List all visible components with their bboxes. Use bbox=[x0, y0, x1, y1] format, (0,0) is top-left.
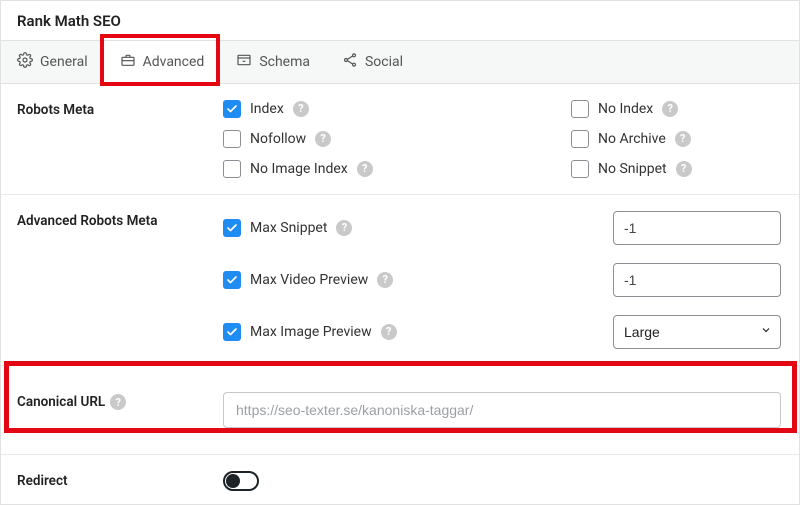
section-label: Canonical URL ? bbox=[17, 392, 223, 428]
checkbox-noarchive[interactable]: No Archive ? bbox=[571, 130, 781, 148]
help-icon[interactable]: ? bbox=[357, 161, 373, 177]
tab-advanced[interactable]: Advanced bbox=[104, 41, 221, 83]
checkbox-icon bbox=[223, 271, 241, 289]
checkbox-nofollow[interactable]: Nofollow ? bbox=[223, 130, 571, 148]
checkbox-label: No Snippet bbox=[598, 160, 667, 178]
help-icon[interactable]: ? bbox=[377, 272, 393, 288]
tab-general[interactable]: General bbox=[1, 41, 104, 83]
help-icon[interactable]: ? bbox=[315, 131, 331, 147]
rank-math-panel: Rank Math SEO General Advanced Schema So… bbox=[0, 0, 800, 505]
help-icon[interactable]: ? bbox=[675, 131, 691, 147]
help-icon[interactable]: ? bbox=[676, 161, 692, 177]
tab-social[interactable]: Social bbox=[326, 41, 419, 83]
checkbox-icon bbox=[223, 219, 241, 237]
checkbox-label: No Archive bbox=[598, 130, 666, 148]
tab-label: General bbox=[40, 54, 88, 70]
help-icon[interactable]: ? bbox=[110, 394, 126, 410]
checkbox-icon bbox=[223, 130, 241, 148]
help-icon[interactable]: ? bbox=[381, 324, 397, 340]
checkbox-nosnippet[interactable]: No Snippet ? bbox=[571, 160, 781, 178]
canonical-url-input[interactable] bbox=[223, 392, 781, 428]
help-icon[interactable]: ? bbox=[293, 101, 309, 117]
toggle-knob bbox=[226, 474, 240, 488]
max-image-select[interactable]: Large bbox=[613, 315, 781, 349]
checkbox-max-image[interactable]: Max Image Preview ? bbox=[223, 323, 397, 341]
tab-label: Social bbox=[365, 54, 403, 70]
section-label: Redirect bbox=[17, 471, 223, 495]
checkbox-icon bbox=[223, 323, 241, 341]
checkbox-label: No Image Index bbox=[250, 160, 348, 178]
checkbox-max-snippet[interactable]: Max Snippet ? bbox=[223, 219, 352, 237]
share-icon bbox=[342, 52, 358, 72]
section-redirect: Redirect bbox=[1, 455, 799, 505]
gear-icon bbox=[17, 52, 33, 72]
max-video-input[interactable] bbox=[613, 263, 781, 297]
checkbox-noindex[interactable]: No Index ? bbox=[571, 100, 781, 118]
checkbox-icon bbox=[571, 160, 589, 178]
help-icon[interactable]: ? bbox=[336, 220, 352, 236]
tab-schema[interactable]: Schema bbox=[220, 41, 326, 83]
checkbox-noimageindex[interactable]: No Image Index ? bbox=[223, 160, 571, 178]
schema-icon bbox=[236, 52, 252, 72]
section-robots-meta: Robots Meta Index ? Nofollow ? No Image … bbox=[1, 84, 799, 195]
panel-title: Rank Math SEO bbox=[1, 1, 799, 40]
tab-bar: General Advanced Schema Social bbox=[1, 40, 799, 84]
canonical-label-text: Canonical URL bbox=[17, 394, 105, 410]
checkbox-max-video[interactable]: Max Video Preview ? bbox=[223, 271, 393, 289]
checkbox-icon bbox=[571, 130, 589, 148]
checkbox-label: Max Snippet bbox=[250, 219, 327, 237]
checkbox-icon bbox=[571, 100, 589, 118]
tab-label: Schema bbox=[259, 54, 310, 70]
checkbox-label: Max Video Preview bbox=[250, 271, 368, 289]
section-canonical: Canonical URL ? bbox=[1, 366, 799, 455]
checkbox-icon bbox=[223, 100, 241, 118]
redirect-toggle[interactable] bbox=[223, 471, 259, 491]
checkbox-index[interactable]: Index ? bbox=[223, 100, 571, 118]
tab-label: Advanced bbox=[143, 54, 205, 70]
section-label: Advanced Robots Meta bbox=[17, 211, 223, 349]
checkbox-label: Nofollow bbox=[250, 130, 306, 148]
checkbox-icon bbox=[223, 160, 241, 178]
max-snippet-input[interactable] bbox=[613, 211, 781, 245]
checkbox-label: Index bbox=[250, 100, 284, 118]
section-advanced-robots: Advanced Robots Meta Max Snippet ? bbox=[1, 195, 799, 366]
help-icon[interactable]: ? bbox=[662, 101, 678, 117]
checkbox-label: Max Image Preview bbox=[250, 323, 372, 341]
section-label: Robots Meta bbox=[17, 100, 223, 178]
toolbox-icon bbox=[120, 52, 136, 72]
checkbox-label: No Index bbox=[598, 100, 653, 118]
